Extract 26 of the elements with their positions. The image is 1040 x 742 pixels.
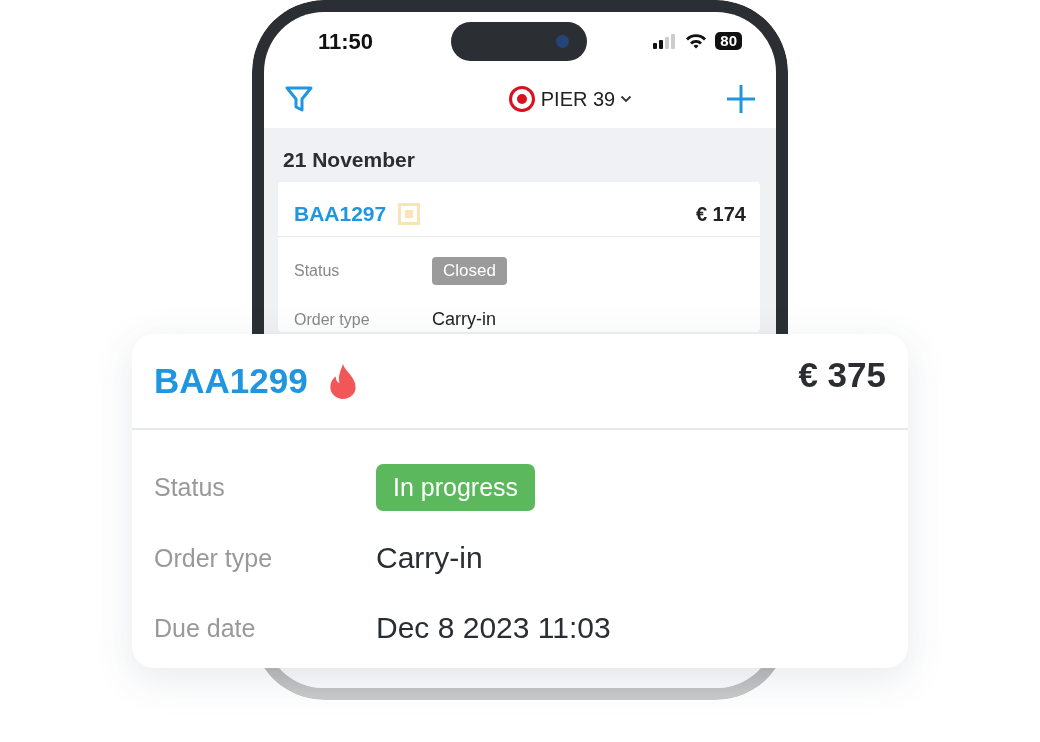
battery-indicator: 80 bbox=[715, 32, 742, 50]
signal-icon bbox=[653, 33, 678, 49]
filter-icon[interactable] bbox=[284, 85, 314, 113]
order-card[interactable]: BAA1299 € 375 Status In progress Order type Carry-in Due date Dec 8 2023 11:03 bbox=[132, 334, 908, 668]
location-selector[interactable]: PIER 39 bbox=[507, 85, 633, 113]
date-heading: 21 November bbox=[282, 148, 416, 172]
status-badge: Closed bbox=[432, 257, 507, 285]
status-time: 11:50 bbox=[318, 29, 374, 55]
chevron-down-icon bbox=[620, 95, 633, 103]
field-label: Due date bbox=[154, 613, 257, 643]
order-card[interactable]: BAA1297 € 174 Status Closed Order type Carry-in bbox=[278, 182, 760, 332]
target-icon bbox=[507, 85, 536, 113]
wifi-icon bbox=[685, 33, 708, 49]
field-label: Order type bbox=[154, 543, 274, 573]
order-price: € 375 bbox=[798, 355, 886, 395]
flame-icon bbox=[327, 363, 358, 399]
add-icon[interactable] bbox=[726, 84, 756, 114]
field-value: Dec 8 2023 11:03 bbox=[376, 611, 611, 645]
field-label: Status bbox=[294, 262, 341, 280]
status-badge: In progress bbox=[376, 464, 536, 511]
field-value: Carry-in bbox=[376, 541, 483, 575]
square-icon bbox=[398, 203, 421, 225]
field-label: Order type bbox=[294, 310, 371, 329]
field-value: Carry-in bbox=[432, 309, 496, 330]
field-label: Status bbox=[154, 473, 226, 502]
order-price: € 174 bbox=[695, 202, 746, 226]
